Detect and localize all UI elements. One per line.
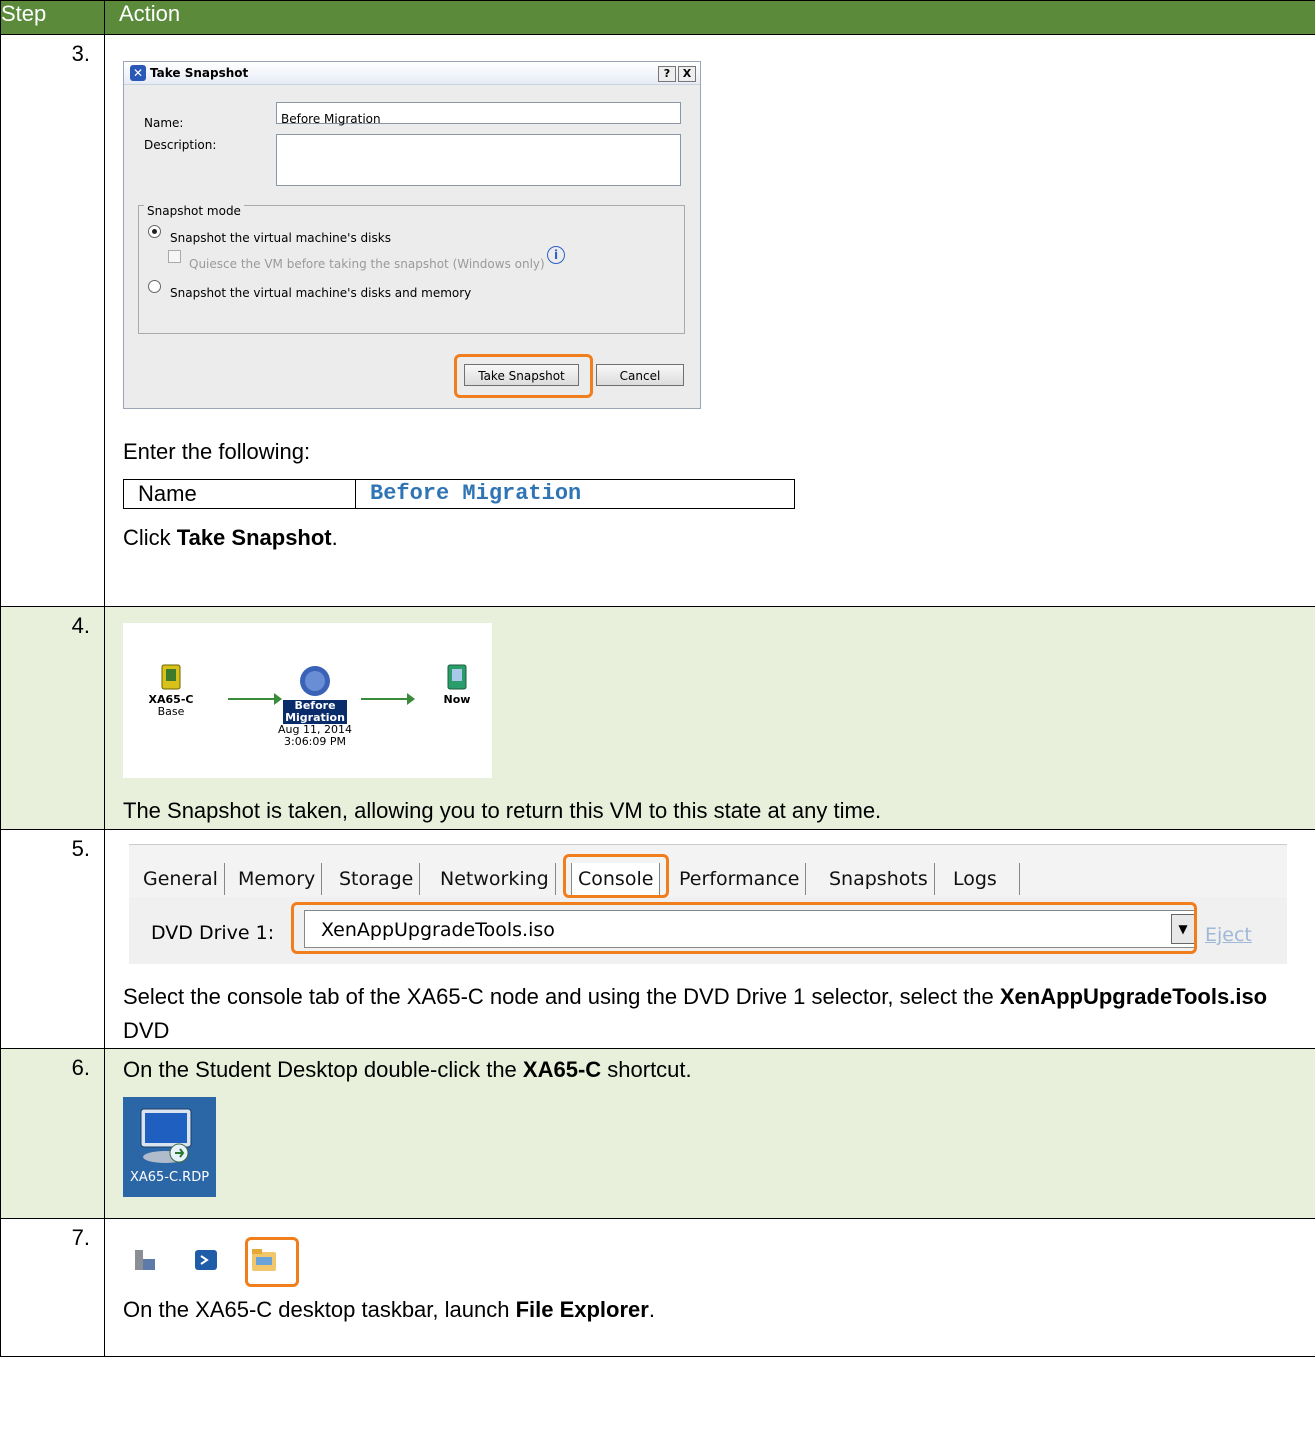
step4-text: The Snapshot is taken, allowing you to r… <box>123 798 882 823</box>
step-body: On the XA65-C desktop taskbar, launch Fi… <box>104 1218 1315 1357</box>
step-number: 5. <box>0 829 105 1049</box>
highlight-box <box>563 854 669 898</box>
click-instruction: Click Take Snapshot. <box>123 525 338 550</box>
vm-sub: Base <box>157 705 185 718</box>
snapshot-time: 3:06:09 PM <box>283 735 347 748</box>
highlight-box <box>454 354 593 398</box>
click-target: Take Snapshot <box>176 525 332 550</box>
step-number: 3. <box>0 34 105 607</box>
tab-bar: General Memory Storage Networking Consol… <box>129 844 1287 897</box>
step-body: ✕ Take Snapshot ? X Name: Before Migrati… <box>104 34 1315 607</box>
step-body: General Memory Storage Networking Consol… <box>104 829 1315 1049</box>
xen-logo-icon: ✕ <box>130 65 146 81</box>
tab-performance[interactable]: Performance <box>673 863 807 895</box>
radio-disks[interactable] <box>148 225 161 238</box>
rdp-label: XA65-C.RDP <box>129 1170 210 1185</box>
close-button[interactable]: X <box>678 66 696 82</box>
rdp-shortcut[interactable]: XA65-C.RDP <box>123 1097 216 1197</box>
step-row-5: 5. General Memory Storage Networking Con… <box>0 829 1315 1049</box>
info-icon[interactable]: i <box>547 246 565 264</box>
tab-networking[interactable]: Networking <box>434 863 556 895</box>
eject-link[interactable]: Eject <box>1205 920 1252 950</box>
entry-value: Before Migration <box>355 479 795 509</box>
step-row-4: 4. XA65-C Base Before Migration Aug 11, … <box>0 606 1315 830</box>
tab-snapshots[interactable]: Snapshots <box>823 863 935 895</box>
step-number: 7. <box>0 1218 105 1357</box>
tab-memory[interactable]: Memory <box>232 863 323 895</box>
now-icon <box>447 664 467 690</box>
tab-general[interactable]: General <box>137 863 225 895</box>
taskbar <box>123 1233 313 1287</box>
cancel-button[interactable]: Cancel <box>596 364 684 386</box>
step-row-3: 3. ✕ Take Snapshot ? X Name: Before Migr… <box>0 34 1315 607</box>
step-header: Step <box>0 0 105 35</box>
powershell-icon[interactable] <box>193 1247 219 1273</box>
arrow-icon <box>361 693 415 705</box>
step-body: On the Student Desktop double-click the … <box>104 1048 1315 1219</box>
step-number: 6. <box>0 1048 105 1219</box>
server-manager-icon[interactable] <box>133 1247 157 1273</box>
tab-logs[interactable]: Logs <box>947 863 1020 895</box>
step-row-7: 7. On the XA65-C desktop taskbar, launch… <box>0 1218 1315 1357</box>
radio-disks-memory[interactable] <box>148 280 161 293</box>
description-field[interactable] <box>276 134 681 186</box>
entry-label: Name <box>123 479 356 509</box>
take-snapshot-dialog: ✕ Take Snapshot ? X Name: Before Migrati… <box>123 61 701 409</box>
snapshot-tree: XA65-C Base Before Migration Aug 11, 201… <box>123 623 492 778</box>
step7-text: On the XA65-C desktop taskbar, launch Fi… <box>123 1297 655 1322</box>
entry-table: Name Before Migration <box>123 479 795 509</box>
vm-node[interactable]: XA65-C Base <box>143 663 199 718</box>
step5-text: Select the console tab of the XA65-C nod… <box>123 984 1268 1043</box>
snapshot-icon <box>300 666 330 696</box>
dialog-title: Take Snapshot <box>150 66 249 80</box>
now-node[interactable]: Now <box>429 663 485 706</box>
step-number: 4. <box>0 606 105 830</box>
action-header: Action <box>104 0 1315 35</box>
radio-disks-memory-label: Snapshot the virtual machine's disks and… <box>170 286 472 300</box>
snapshot-mode-title: Snapshot mode <box>144 196 244 226</box>
name-field[interactable]: Before Migration <box>276 102 681 126</box>
snapshot-node[interactable]: Before Migration Aug 11, 2014 3:06:09 PM <box>277 665 353 748</box>
arrow-icon <box>228 693 282 705</box>
step-body: XA65-C Base Before Migration Aug 11, 201… <box>104 606 1315 830</box>
intro-text: Enter the following: <box>123 439 311 464</box>
highlight-box <box>291 902 1197 954</box>
step-row-6: 6. On the Student Desktop double-click t… <box>0 1048 1315 1219</box>
tab-storage[interactable]: Storage <box>333 863 421 895</box>
console-panel: General Memory Storage Networking Consol… <box>129 844 1287 964</box>
header-row: Step Action <box>0 0 1315 35</box>
dialog-titlebar: ✕ Take Snapshot ? X <box>124 62 700 85</box>
step6-text: On the Student Desktop double-click the … <box>123 1057 692 1082</box>
quiesce-checkbox[interactable] <box>168 250 181 263</box>
highlight-box <box>245 1237 299 1287</box>
description-label: Description: <box>144 138 217 152</box>
quiesce-label: Quiesce the VM before taking the snapsho… <box>189 257 545 271</box>
now-name: Now <box>443 693 471 706</box>
vm-icon <box>161 664 181 690</box>
dvd-label: DVD Drive 1: <box>151 922 275 944</box>
help-button[interactable]: ? <box>658 66 676 82</box>
steps-table: Step Action 3. ✕ Take Snapshot ? X Name:… <box>0 0 1315 1357</box>
